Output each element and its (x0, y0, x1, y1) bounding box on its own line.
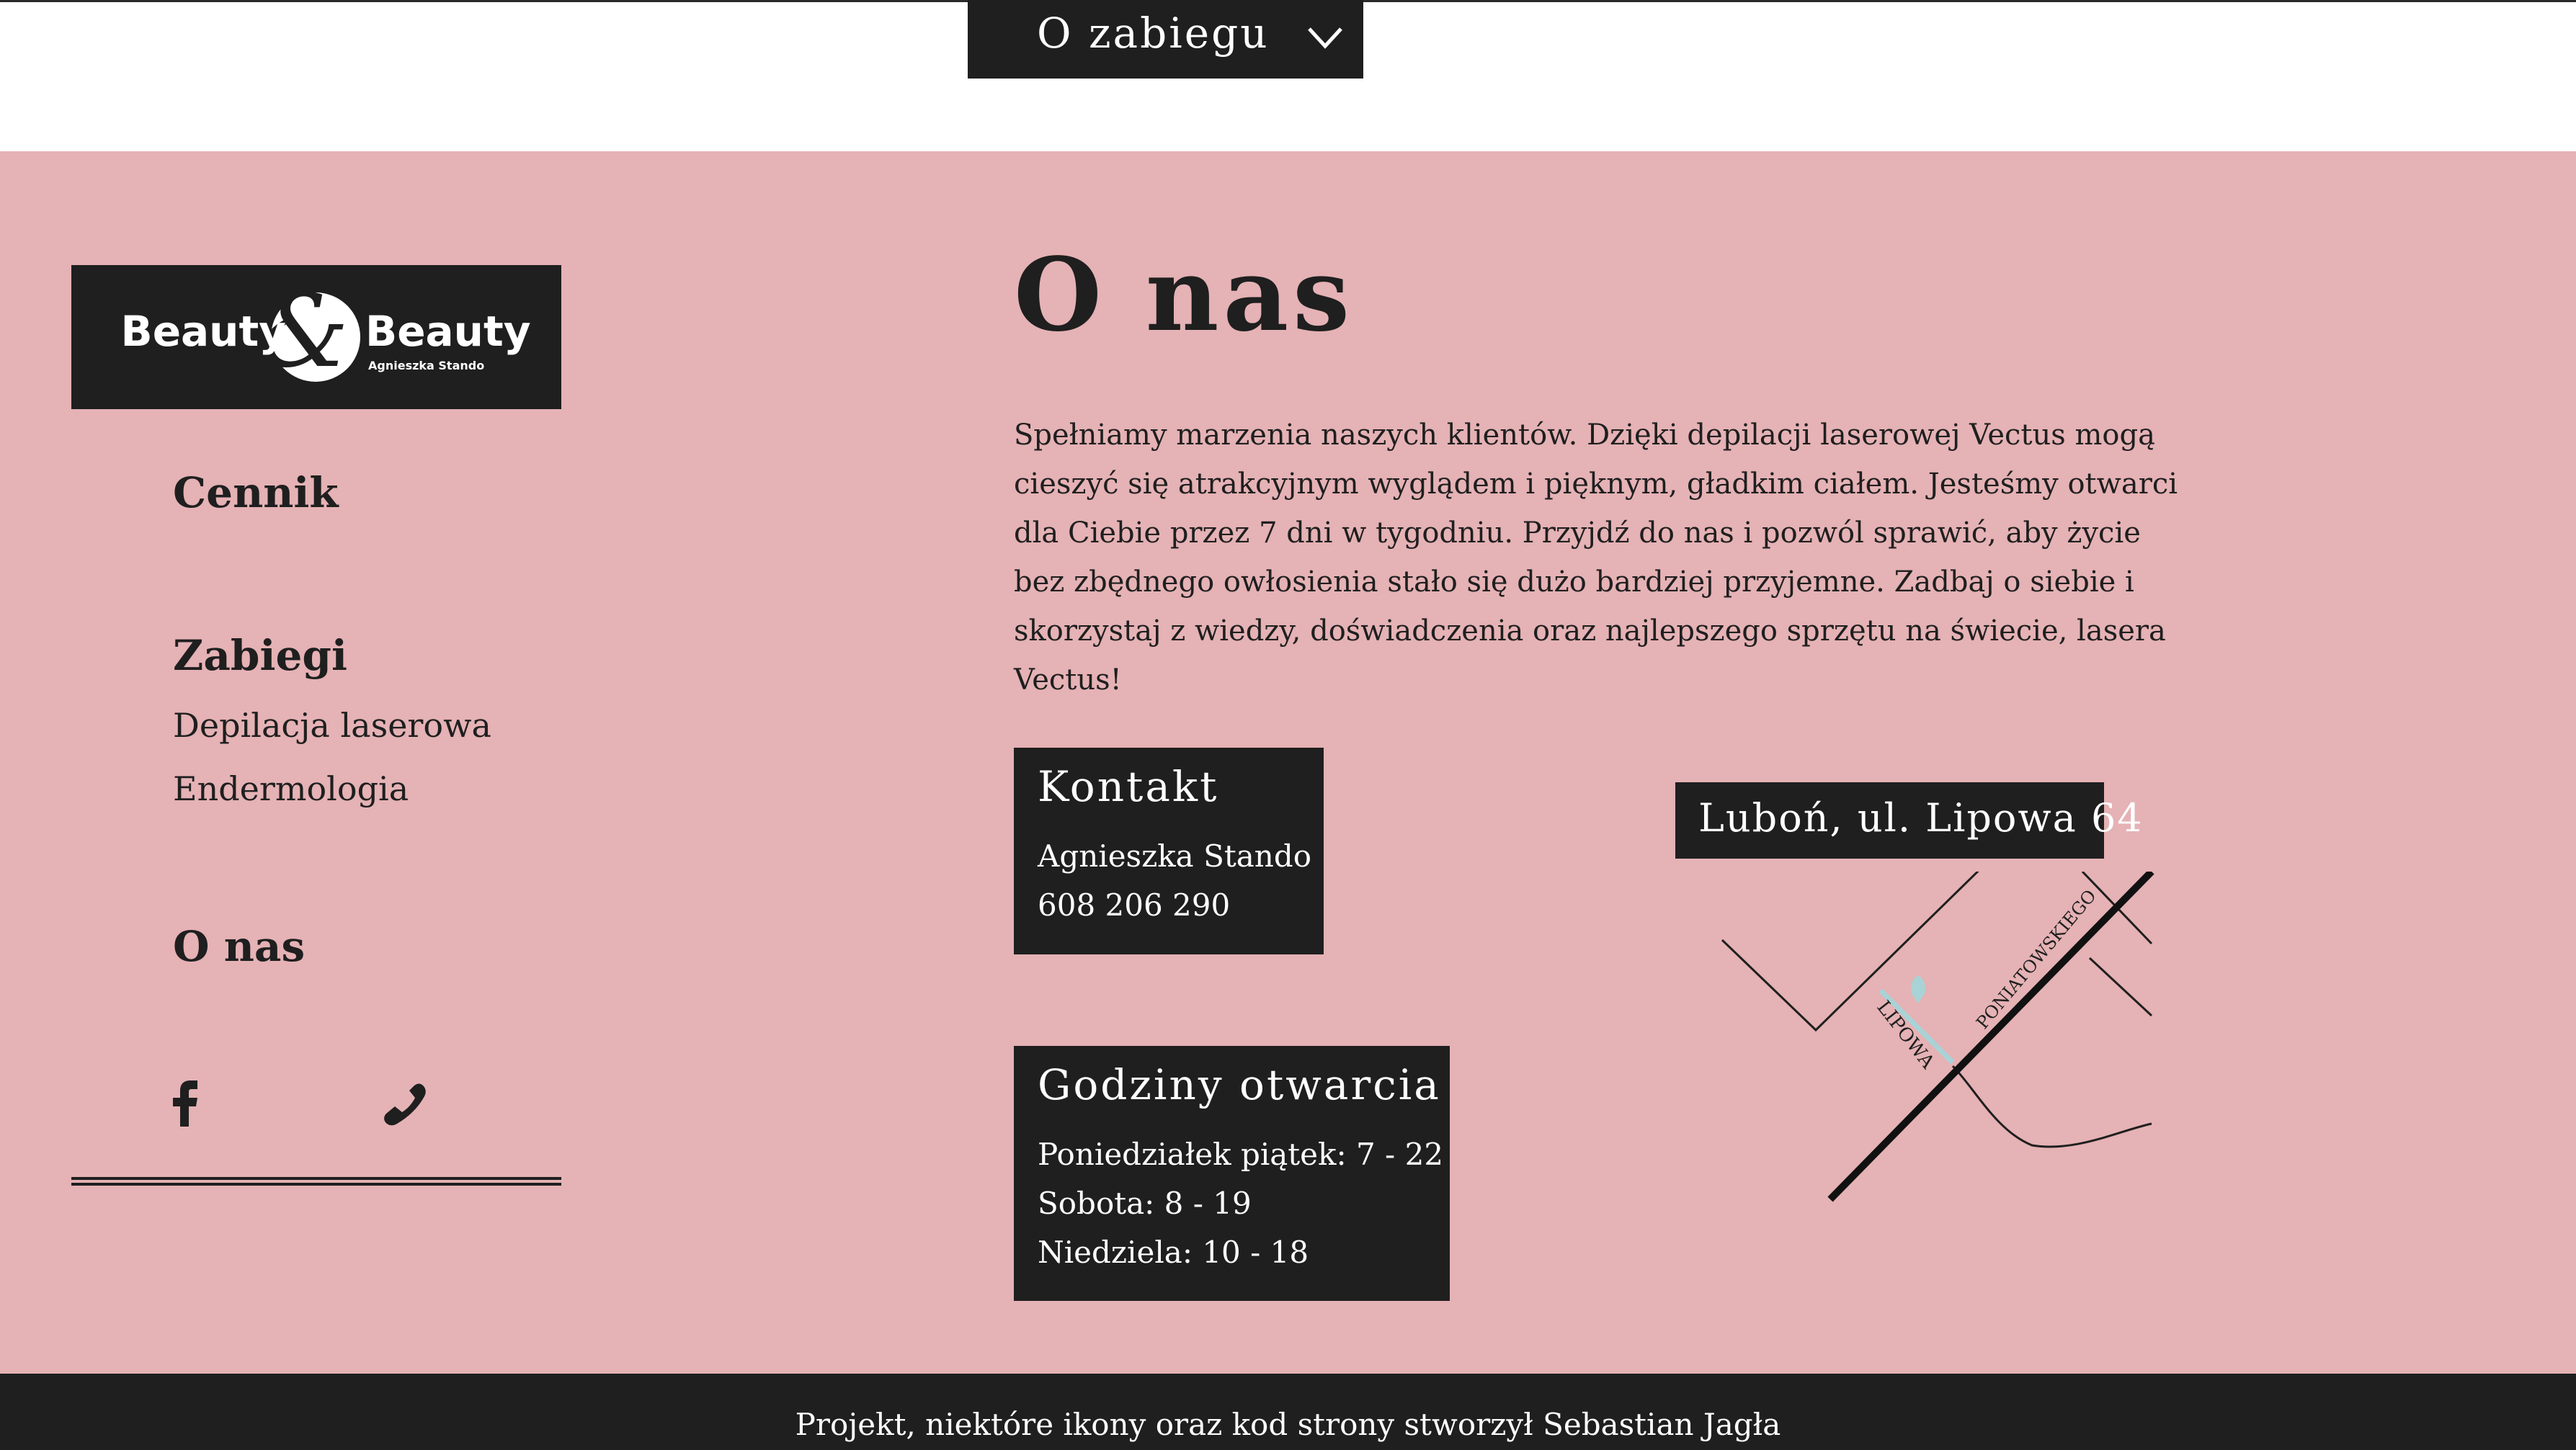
footer-info-section: & Beauty Beauty Agnieszka Stando Cennik … (0, 151, 2576, 1374)
location-map[interactable]: LIPOWA PONIATOWSKIEGO (1715, 872, 2154, 1376)
map-pin-icon (1911, 976, 1925, 1003)
nav-endermologia[interactable]: Endermologia (173, 769, 409, 808)
dropdown-label: O zabiegu (1037, 9, 1270, 58)
nav-o-nas[interactable]: O nas (173, 922, 305, 971)
hours-saturday: Sobota: 8 - 19 (1038, 1186, 1252, 1221)
hours-title: Godziny otwarcia (1038, 1060, 1441, 1109)
opening-hours-box: Godziny otwarcia Poniedziałek piątek: 7 … (1014, 1046, 1450, 1301)
contact-name: Agnieszka Stando (1038, 838, 1311, 874)
facebook-icon[interactable] (173, 1080, 199, 1127)
map-address: Luboń, ul. Lipowa 64 (1698, 795, 2144, 841)
contact-title: Kontakt (1038, 762, 1219, 811)
page-footer: Projekt, niektóre ikony oraz kod strony … (0, 1374, 2576, 1450)
nav-depilacja-laserowa[interactable]: Depilacja laserowa (173, 706, 491, 745)
contact-box: Kontakt Agnieszka Stando 608 206 290 (1014, 748, 1324, 954)
street-label-poniatowskiego: PONIATOWSKIEGO (1972, 886, 2100, 1033)
phone-icon[interactable] (380, 1082, 428, 1127)
logo-owner: Agnieszka Stando (368, 359, 484, 372)
street-label-lipowa: LIPOWA (1872, 997, 1938, 1074)
contact-phone[interactable]: 608 206 290 (1038, 887, 1230, 923)
sidebar-divider (71, 1177, 561, 1186)
logo-word-right: Beauty (365, 307, 531, 356)
logo-graphic: & Beauty Beauty Agnieszka Stando (120, 273, 531, 390)
hours-weekday: Poniedziałek piątek: 7 - 22 (1038, 1137, 1444, 1172)
about-title: O nas (1014, 236, 1355, 354)
nav-cennik[interactable]: Cennik (173, 468, 339, 517)
hours-sunday: Niedziela: 10 - 18 (1038, 1235, 1309, 1270)
chevron-down-icon (1308, 27, 1342, 49)
about-text: Spełniamy marzenia naszych klientów. Dzi… (1014, 419, 2178, 697)
map-address-label: Luboń, ul. Lipowa 64 (1675, 782, 2142, 859)
nav-zabiegi[interactable]: Zabiegi (173, 631, 347, 680)
footer-credit: Projekt, niektóre ikony oraz kod strony … (795, 1407, 1781, 1442)
logo-word-left: Beauty (120, 307, 286, 356)
o-zabiegu-dropdown[interactable]: O zabiegu (968, 0, 1363, 79)
beauty-beauty-logo[interactable]: & Beauty Beauty Agnieszka Stando (71, 265, 561, 409)
